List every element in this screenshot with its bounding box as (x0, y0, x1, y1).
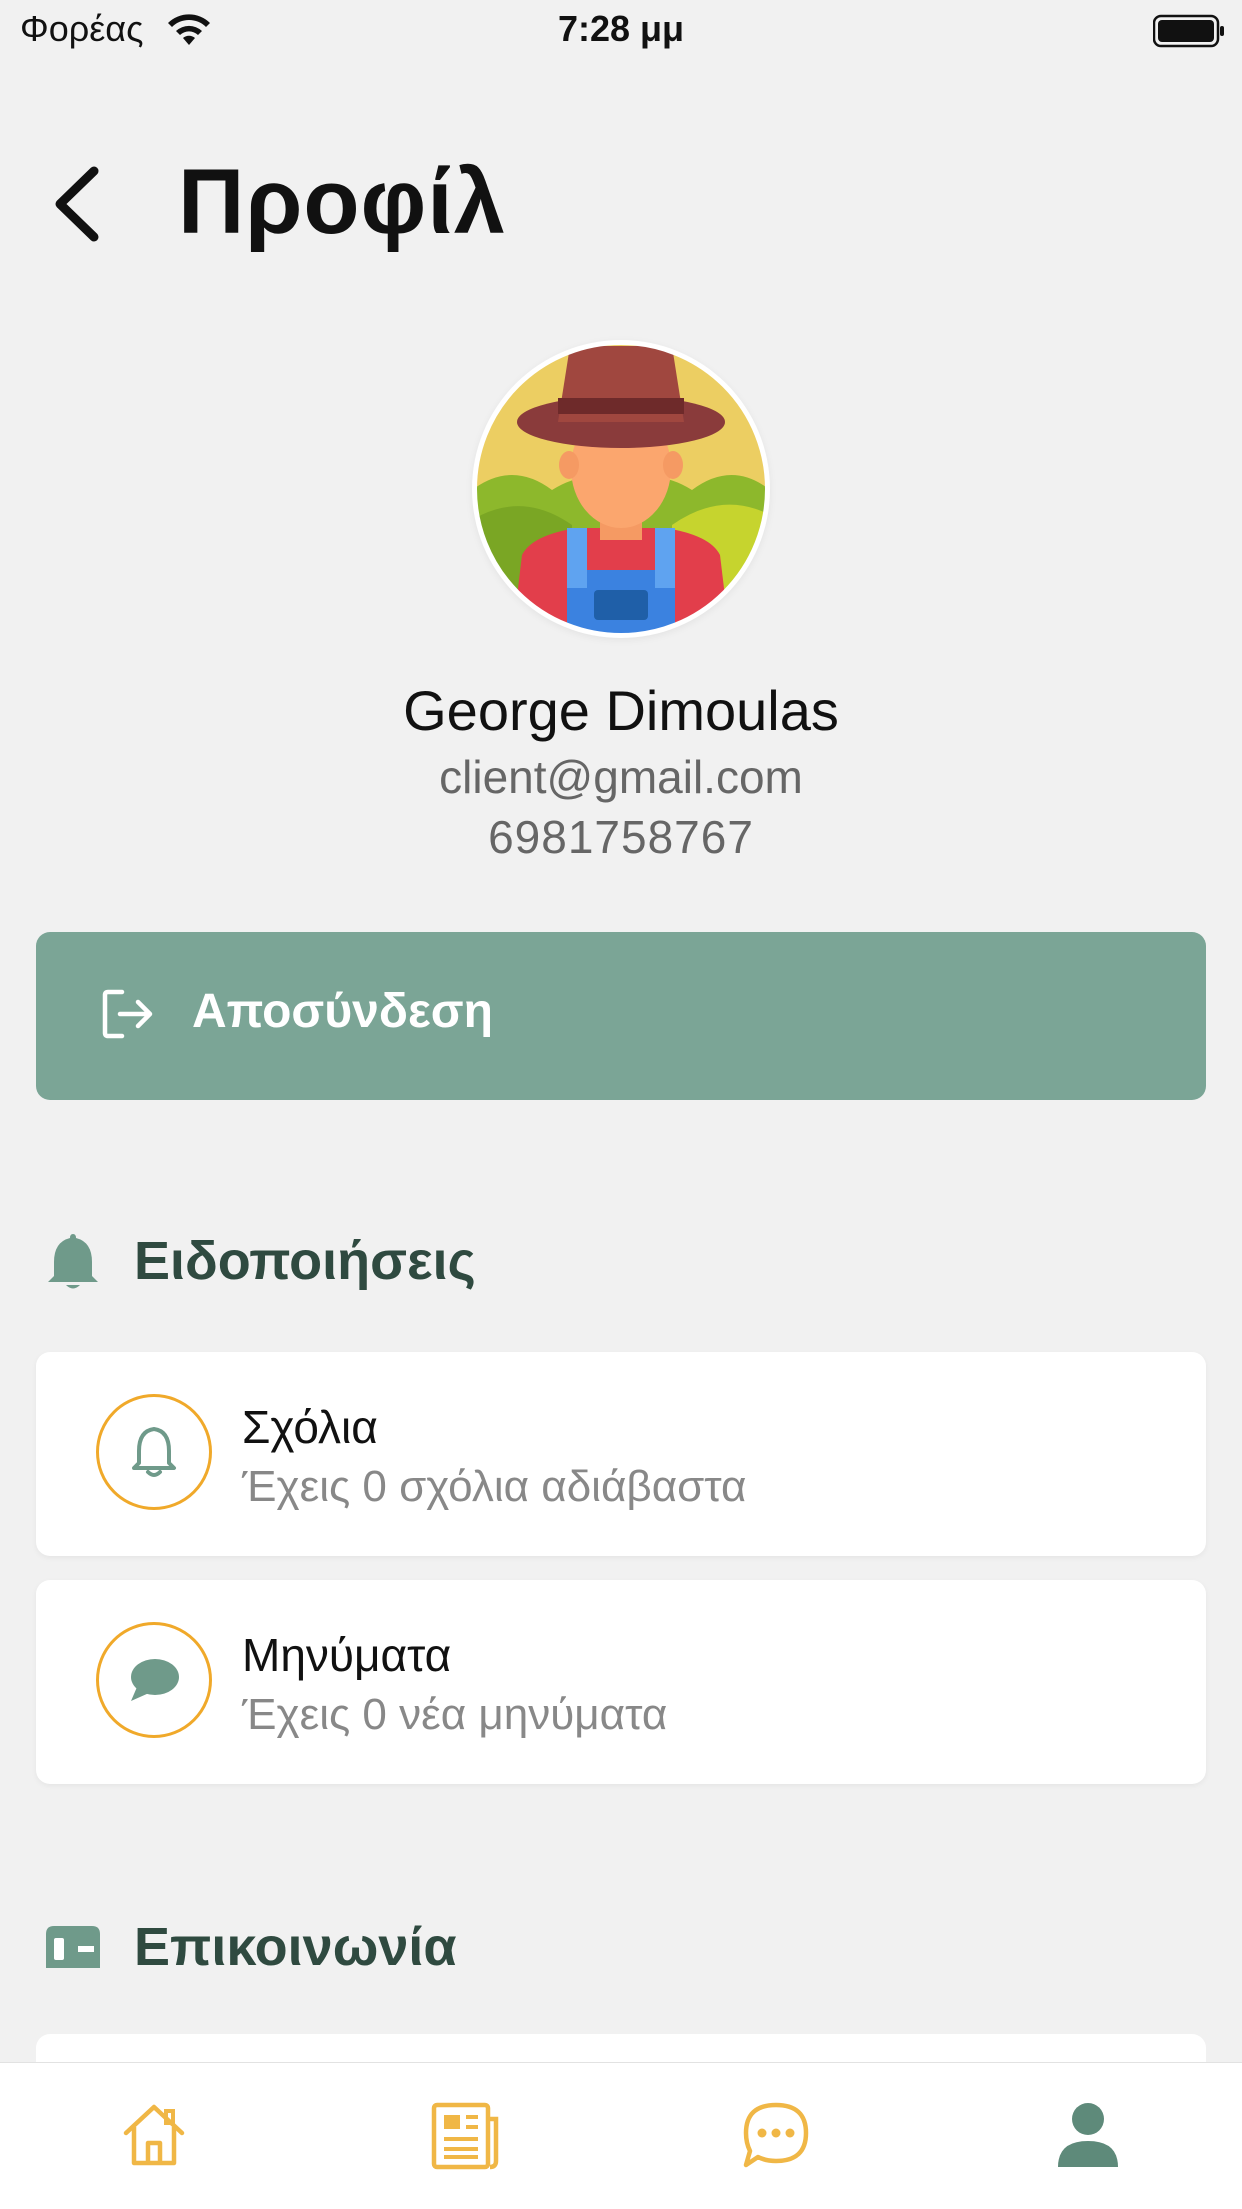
notifications-section-title: Ειδοποιήσεις (134, 1231, 476, 1291)
profile-name: George Dimoulas (403, 679, 839, 742)
bell-icon (132, 1427, 176, 1477)
profile-email: client@gmail.com (439, 751, 803, 803)
logout-label: Αποσύνδεση (192, 985, 493, 1038)
profile-icon[interactable] (1052, 2099, 1124, 2171)
logout-button[interactable]: Αποσύνδεση (36, 932, 1206, 1100)
messages-icon-circle (96, 1622, 212, 1738)
chat-bubble-icon (131, 1659, 179, 1701)
mailbox-icon (46, 1926, 100, 1968)
avatar (472, 340, 770, 638)
contact-section-title: Επικοινωνία (134, 1917, 457, 1977)
comments-title: Σχόλια (242, 1401, 378, 1453)
comments-card[interactable]: Σχόλια Έχεις 0 σχόλια αδιάβαστα (36, 1352, 1206, 1556)
messages-subtitle: Έχεις 0 νέα μηνύματα (242, 1690, 668, 1739)
farmer-avatar-icon (473, 341, 769, 637)
bell-section-icon (48, 1234, 98, 1289)
logout-icon (102, 989, 153, 1039)
comments-subtitle: Έχεις 0 σχόλια αδιάβαστα (242, 1462, 747, 1511)
page-title: Προφίλ (178, 151, 507, 253)
battery-icon (1153, 14, 1224, 48)
comments-icon-circle (96, 1394, 212, 1510)
profile-phone: 6981758767 (488, 811, 754, 863)
home-icon[interactable] (118, 2099, 190, 2171)
status-bar: Φορέας 7:28 μμ (0, 0, 1242, 62)
messages-title: Μηνύματα (242, 1629, 452, 1681)
chat-icon[interactable] (740, 2099, 812, 2171)
tab-bar (0, 2062, 1242, 2209)
messages-card[interactable]: Μηνύματα Έχεις 0 νέα μηνύματα (36, 1580, 1206, 1784)
back-arrow-icon[interactable] (50, 165, 104, 243)
clock: 7:28 μμ (557, 8, 685, 49)
news-icon[interactable] (430, 2099, 502, 2171)
